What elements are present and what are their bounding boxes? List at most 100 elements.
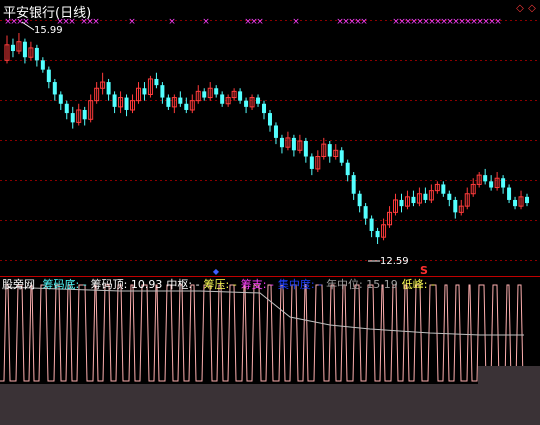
indicator-mid-line <box>3 286 524 336</box>
candle <box>207 82 213 101</box>
candle <box>476 172 482 188</box>
main-price-chart[interactable]: ×××× ××× ××× × × × ××× × ××××× ××××××××××××××××××… <box>0 0 540 277</box>
candle <box>184 97 189 114</box>
candle <box>94 82 100 104</box>
candle <box>494 172 500 191</box>
candle <box>483 168 488 185</box>
legend-item: 低峰: - <box>401 278 435 291</box>
candle <box>106 78 111 101</box>
candle <box>428 184 434 204</box>
candle <box>464 187 470 210</box>
candle <box>22 38 27 64</box>
signal-x-marker: × <box>92 17 100 27</box>
candle <box>249 94 255 110</box>
candle <box>416 187 422 207</box>
indicator-name: 股旁网 <box>2 278 35 291</box>
candle <box>363 203 368 225</box>
signal-x-marker: × <box>292 17 300 27</box>
candle <box>387 206 393 228</box>
candle <box>279 134 284 154</box>
legend-item: 筹码顶: 10.93 <box>90 278 163 291</box>
high-price-label: 15.99 <box>34 25 63 36</box>
candle <box>434 181 440 194</box>
candle <box>357 190 362 213</box>
candle <box>142 82 147 101</box>
candle <box>244 97 249 114</box>
candle <box>351 172 356 200</box>
candle <box>16 33 22 55</box>
candle <box>166 94 171 110</box>
candle <box>171 94 177 114</box>
candle <box>501 175 506 194</box>
candle <box>381 218 387 241</box>
candle <box>273 122 278 145</box>
candle <box>34 44 39 67</box>
candle <box>88 94 94 123</box>
candle <box>518 190 524 210</box>
stock-chart-window: × × × × × × × × × × × × × × × × × × × × × × × × × × × × × × × × × × × × × × × ×… <box>0 0 540 425</box>
chart-title: 平安银行(日线) <box>3 6 92 21</box>
candle <box>447 190 452 207</box>
sell-signal-icon: S <box>420 264 428 277</box>
candle <box>291 134 296 157</box>
candle <box>124 94 129 117</box>
legend-item: 集中度: - <box>277 278 323 291</box>
candle <box>70 106 75 129</box>
candle <box>178 91 183 107</box>
footer-area <box>0 384 540 425</box>
candle <box>453 196 458 219</box>
candle <box>315 150 321 173</box>
candle <box>154 72 159 89</box>
low-price-label: 12.59 <box>380 256 409 267</box>
candle <box>189 94 195 114</box>
footer-notch <box>478 366 540 384</box>
candle <box>393 193 399 216</box>
indicator-legend: 股旁网 筹码底: - 筹码顶: 10.93 中枢: - 筹压: - 筹支: - 集中度: … <box>2 278 439 292</box>
candle <box>375 227 380 245</box>
legend-item: 筹支: - <box>240 278 274 291</box>
candle <box>76 103 82 126</box>
candle <box>423 187 428 204</box>
candle <box>525 193 530 207</box>
candle <box>411 190 416 207</box>
legend-item: 筹码底: - <box>42 278 87 291</box>
candle <box>82 106 87 126</box>
candle <box>46 66 51 89</box>
candle <box>507 184 512 204</box>
candle <box>135 82 141 104</box>
candle <box>339 147 344 166</box>
legend-item: 中枢: - <box>166 278 200 291</box>
candle <box>100 72 106 95</box>
signal-x-marker: × <box>360 17 368 27</box>
signal-x-marker: × <box>256 17 264 27</box>
indicator-pulse-line <box>0 284 524 382</box>
candle <box>10 38 15 58</box>
candle <box>458 199 464 216</box>
candle <box>262 100 267 120</box>
candle <box>470 178 476 197</box>
legend-item: 年中位: 15.19 <box>326 278 398 291</box>
candle <box>327 141 332 163</box>
candle <box>64 100 69 120</box>
candle <box>345 159 350 182</box>
candle <box>333 144 339 160</box>
candle <box>513 196 518 210</box>
candle <box>297 134 303 154</box>
candle <box>267 109 272 132</box>
close-icon[interactable]: ◇ <box>515 4 525 14</box>
candle <box>214 85 219 98</box>
candle <box>231 88 237 101</box>
candle <box>147 75 153 98</box>
candle <box>112 91 117 114</box>
candle <box>220 91 225 107</box>
candle <box>303 137 308 163</box>
candle <box>58 91 63 110</box>
signal-x-marker: × <box>494 17 502 27</box>
signal-x-marker: × <box>168 17 176 27</box>
candle <box>404 190 410 210</box>
indicator-chart[interactable] <box>0 277 540 384</box>
signal-x-marker: × <box>202 17 210 27</box>
candle <box>118 91 124 114</box>
candle <box>28 41 34 61</box>
expand-icon[interactable]: ◇ <box>527 4 537 14</box>
